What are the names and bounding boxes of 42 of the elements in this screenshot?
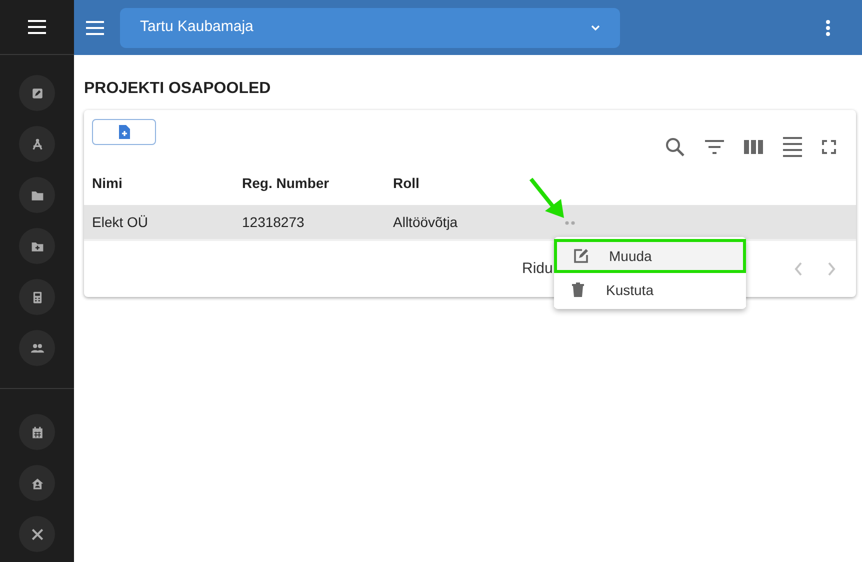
table-cell-text: Alltöövõtja [393,212,459,232]
people-icon [30,342,44,354]
project-select[interactable]: Tartu Kaubamaja [120,8,620,48]
table-cell-text: 12318273 [242,212,306,232]
arrow-annotation [529,177,565,219]
sidebar-button[interactable] [19,414,55,450]
column-header[interactable]: Roll [393,173,543,194]
document-plus-icon [118,125,130,139]
sidebar-button[interactable] [19,516,55,552]
page-title: PROJEKTI OSAPOOLED [84,79,272,99]
filter-icon[interactable] [705,140,724,154]
calculator-icon [30,290,44,304]
chevron-down-icon [591,24,600,30]
sidebar-button[interactable] [19,75,55,111]
sidebar-button[interactable] [19,126,55,162]
rows-per-page-label: Ridu [522,258,553,279]
house-icon [30,476,44,490]
sidebar-button[interactable] [19,465,55,501]
columns-icon[interactable] [744,140,763,154]
menu-item[interactable]: Muuda [554,239,746,273]
column-header[interactable]: Reg. Number [242,173,393,194]
trash-icon [570,282,586,298]
table-row[interactable]: Elekt OÜ 12318273 Alltöövõtja [84,205,856,241]
folder-plus-icon [30,240,44,252]
compass-icon [30,138,44,150]
sidebar-button[interactable] [19,177,55,213]
fullscreen-icon[interactable] [822,140,836,154]
more-options-icon[interactable] [826,20,830,36]
density-icon[interactable] [783,137,802,157]
search-icon[interactable] [665,137,685,157]
folder-icon [30,188,44,202]
column-header[interactable]: Nimi [92,173,242,194]
menu-item[interactable]: Kustuta [554,273,746,307]
menu-icon[interactable] [28,20,46,34]
sidebar-button[interactable] [19,228,55,264]
add-document-button[interactable] [92,119,156,145]
edit-icon [30,86,44,100]
sidebar-button[interactable] [19,279,55,315]
table-cell-text: Elekt OÜ [92,212,150,232]
edit-icon [573,248,589,264]
sidebar-button[interactable] [19,330,55,366]
calendar-icon [30,426,44,438]
